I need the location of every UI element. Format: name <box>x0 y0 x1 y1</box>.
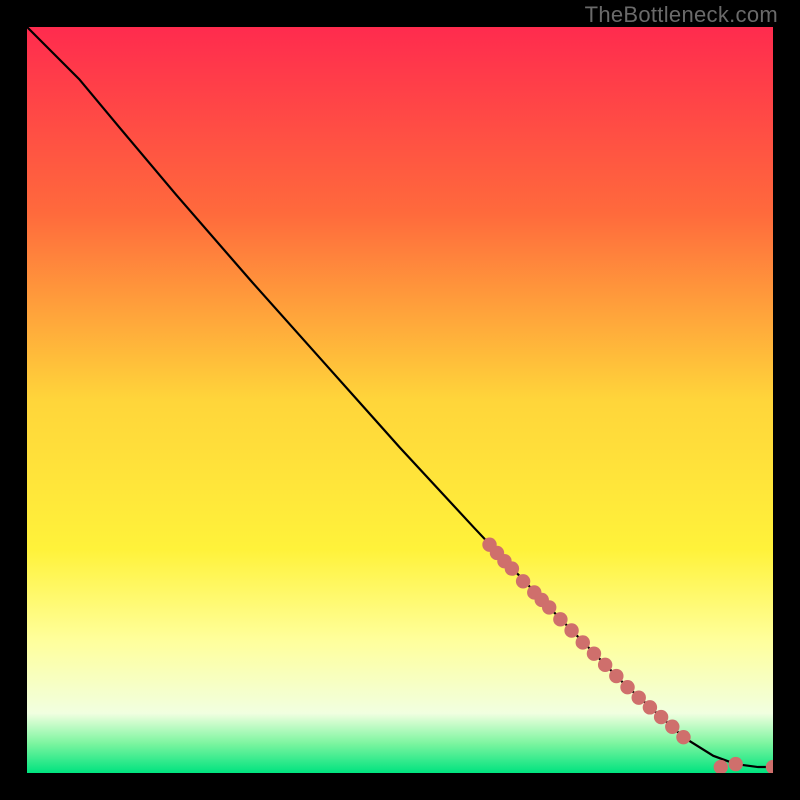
data-marker <box>643 700 657 714</box>
chart-frame: TheBottleneck.com <box>0 0 800 800</box>
data-marker <box>553 612 567 626</box>
plot-area <box>27 27 773 773</box>
watermark-text: TheBottleneck.com <box>585 2 778 28</box>
data-marker <box>654 710 668 724</box>
chart-svg <box>27 27 773 773</box>
data-marker <box>609 669 623 683</box>
data-marker <box>665 720 679 734</box>
data-marker <box>729 757 743 771</box>
data-marker <box>576 635 590 649</box>
data-marker <box>620 680 634 694</box>
data-marker <box>516 574 530 588</box>
data-marker <box>564 623 578 637</box>
data-marker <box>542 600 556 614</box>
data-marker <box>676 730 690 744</box>
data-marker <box>632 690 646 704</box>
data-marker <box>598 658 612 672</box>
data-marker <box>587 646 601 660</box>
data-marker <box>505 561 519 575</box>
chart-background <box>27 27 773 773</box>
